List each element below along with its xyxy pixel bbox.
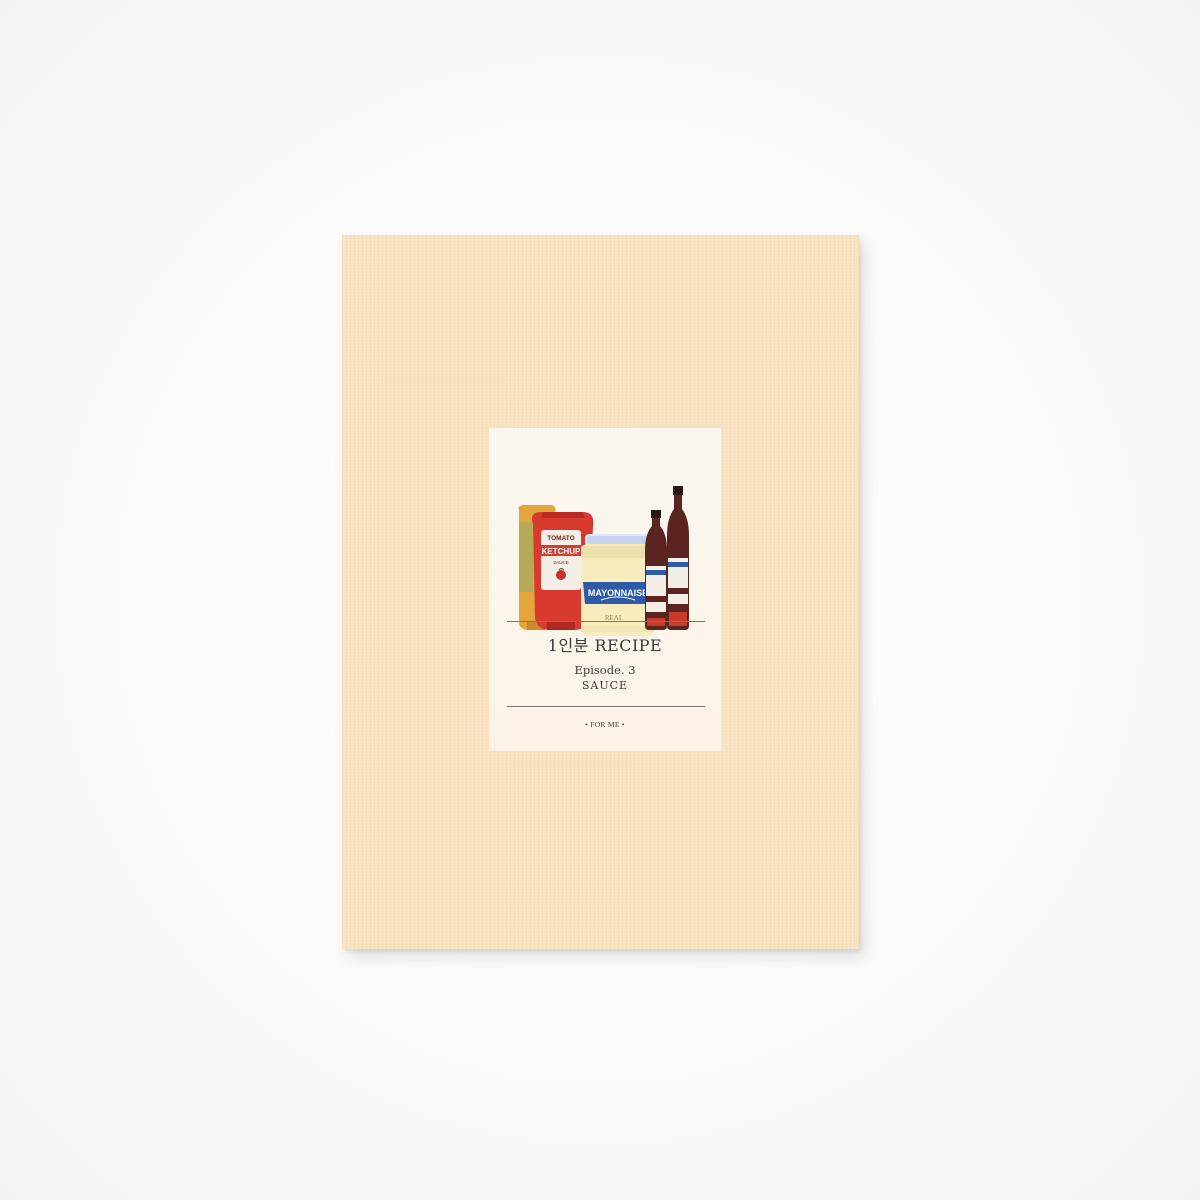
divider-bottom bbox=[507, 706, 705, 707]
ketchup-label-sub: SAUCE bbox=[553, 560, 569, 565]
cover-title: 1인분 RECIPE bbox=[547, 636, 663, 655]
divider-top bbox=[507, 621, 705, 622]
product-display: TOMATO KETCHUP SAUCE MAYONNAISE REAL 1인분… bbox=[0, 0, 1200, 1200]
ketchup-label-main: KETCHUP bbox=[542, 547, 581, 556]
ketchup-label-top: TOMATO bbox=[547, 535, 574, 542]
cover-subtitle: SAUCE bbox=[581, 679, 629, 692]
sauce-illustration: TOMATO KETCHUP SAUCE MAYONNAISE REAL bbox=[518, 486, 689, 636]
sauce-bottle-left bbox=[645, 510, 667, 630]
cover-footer: • FOR ME • bbox=[585, 720, 625, 729]
episode-label: Episode. 3 bbox=[574, 663, 636, 677]
sauce-bottle-right bbox=[667, 486, 689, 630]
book-cover: TOMATO KETCHUP SAUCE MAYONNAISE REAL 1인분… bbox=[342, 235, 859, 949]
cover-label: TOMATO KETCHUP SAUCE MAYONNAISE REAL 1인분… bbox=[489, 428, 721, 751]
